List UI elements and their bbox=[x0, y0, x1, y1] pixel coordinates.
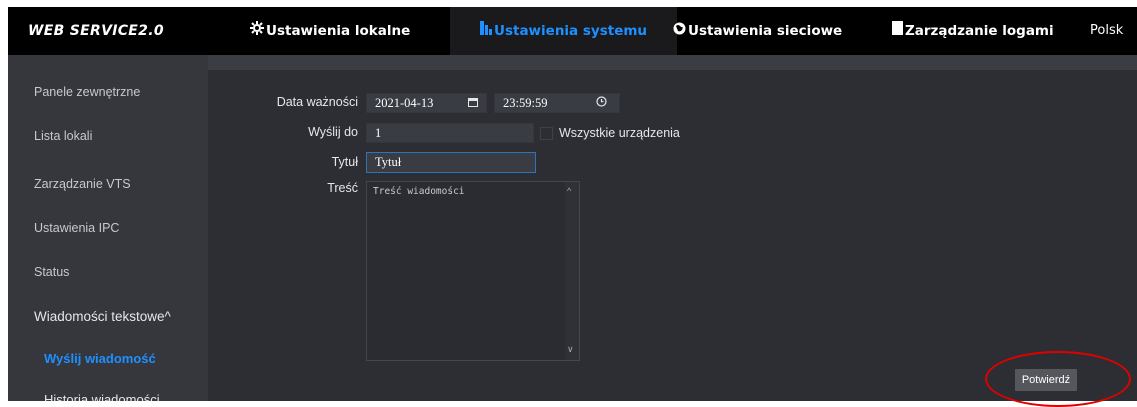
title-input[interactable]: Tytuł bbox=[366, 152, 536, 173]
sidebar-item-apartment-list[interactable]: Lista lokali bbox=[34, 129, 92, 143]
sidebar-item-vts-management[interactable]: Zarządzanie VTS bbox=[34, 177, 131, 191]
send-to-input[interactable]: 1 bbox=[366, 123, 534, 143]
content-placeholder: Treść wiadomości bbox=[373, 186, 465, 197]
nav-system-settings[interactable]: Ustawienia systemu bbox=[450, 7, 678, 55]
sidebar-item-status[interactable]: Status bbox=[34, 265, 69, 279]
sidebar-group-label: Wiadomości tekstowe bbox=[34, 309, 165, 324]
nav-log-management-label: Zarządzanie logami bbox=[905, 23, 1054, 39]
gear-icon bbox=[250, 7, 264, 55]
content-label: Treść bbox=[327, 181, 358, 195]
all-devices-label: Wszystkie urządzenia bbox=[559, 126, 680, 140]
clock-icon[interactable] bbox=[596, 94, 607, 112]
sidebar: Panele zewnętrzne Lista lokali Zarządzan… bbox=[8, 55, 208, 401]
scroll-down-icon[interactable]: ∨ bbox=[567, 344, 574, 355]
chevron-up-icon: ^ bbox=[164, 309, 171, 324]
expiry-time-value: 23:59:59 bbox=[503, 96, 548, 110]
all-devices-checkbox[interactable] bbox=[540, 127, 553, 140]
content-textarea[interactable]: Treść wiadomości ^ ∨ bbox=[366, 181, 580, 361]
nav-log-management[interactable]: Zarządzanie logami bbox=[892, 7, 1054, 55]
calendar-icon[interactable] bbox=[468, 94, 478, 112]
title-label: Tytuł bbox=[331, 155, 358, 169]
globe-icon bbox=[673, 7, 686, 55]
send-to-label: Wyślij do bbox=[308, 125, 358, 139]
sidebar-group-text-messages[interactable]: Wiadomości tekstowe^ bbox=[34, 309, 171, 324]
send-to-value: 1 bbox=[375, 126, 382, 140]
sidebar-item-external-panels[interactable]: Panele zewnętrzne bbox=[34, 85, 140, 99]
top-navigation-bar: WEB SERVICE2.0 Ustawienia lokalne Ustawi… bbox=[8, 7, 1137, 55]
red-highlight-ellipse bbox=[985, 351, 1131, 407]
content-header-strip bbox=[208, 55, 1137, 70]
nav-local-settings-label: Ustawienia lokalne bbox=[266, 23, 411, 39]
textarea-scrollbar[interactable]: ^ ∨ bbox=[565, 182, 579, 360]
language-selector[interactable]: Polsk bbox=[1090, 7, 1123, 55]
expiry-label: Data ważności bbox=[276, 95, 358, 109]
sidebar-item-send-message[interactable]: Wyślij wiadomość bbox=[44, 351, 156, 366]
nav-local-settings[interactable]: Ustawienia lokalne bbox=[250, 7, 410, 55]
nav-network-settings-label: Ustawienia sieciowe bbox=[688, 23, 843, 39]
scroll-up-icon[interactable]: ^ bbox=[567, 186, 571, 196]
sidebar-item-ipc-settings[interactable]: Ustawienia IPC bbox=[34, 221, 119, 235]
log-icon bbox=[892, 7, 903, 55]
title-value: Tytuł bbox=[375, 155, 402, 169]
nav-system-settings-label: Ustawienia systemu bbox=[494, 23, 648, 39]
sidebar-item-message-history[interactable]: Historia wiadomości bbox=[44, 392, 160, 401]
app-window: WEB SERVICE2.0 Ustawienia lokalne Ustawi… bbox=[8, 7, 1137, 401]
nav-network-settings[interactable]: Ustawienia sieciowe bbox=[673, 7, 842, 55]
brand-logo: WEB SERVICE2.0 bbox=[28, 23, 164, 39]
system-settings-icon bbox=[480, 7, 492, 55]
expiry-date-value: 2021-04-13 bbox=[375, 96, 434, 110]
